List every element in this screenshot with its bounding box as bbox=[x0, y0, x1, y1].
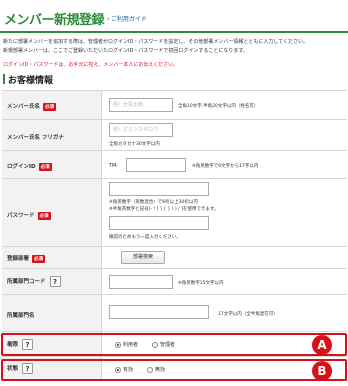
row-login-id: ログインID 必須 TM- ※角英数字で9文字から17字以内 bbox=[2, 151, 347, 179]
guide-link-label: ご利用ガイド bbox=[110, 16, 147, 23]
required-badge: 必須 bbox=[38, 162, 52, 171]
required-badge: 必須 bbox=[32, 254, 46, 263]
guide-link[interactable]: ›ご利用ガイド bbox=[107, 14, 147, 23]
title-divider bbox=[0, 31, 348, 33]
radio-dot bbox=[152, 341, 158, 348]
login-id-input[interactable] bbox=[126, 158, 186, 172]
marker-b: B bbox=[312, 361, 332, 381]
login-id-note: ※角英数字で9文字から17字以内 bbox=[192, 164, 259, 169]
radio-authority-admin[interactable]: 管理者 bbox=[152, 341, 175, 348]
row-authority: 権限? 利用者 管理者 bbox=[2, 332, 347, 357]
help-icon[interactable]: ? bbox=[22, 339, 34, 350]
customer-info-form: メンバー氏名 必須 例）大塚太郎 全角10文字,半角20文字以内（姓名可） メンバ… bbox=[2, 90, 347, 381]
department-search-button[interactable]: 部署検索 bbox=[121, 251, 165, 264]
authority-label: 権限? bbox=[7, 339, 34, 350]
radio-dot bbox=[115, 341, 121, 348]
member-name-input[interactable]: 例）大塚太郎 bbox=[109, 98, 173, 112]
password-confirm-input[interactable] bbox=[109, 216, 209, 230]
radio-dot bbox=[147, 366, 153, 373]
radio-status-inactive[interactable]: 無効 bbox=[147, 366, 165, 373]
login-id-prefix: TM- bbox=[109, 163, 119, 169]
row-dept-code: 所属部門コード? ※角英数字15文字以内 bbox=[2, 269, 347, 295]
page-title: メンバー新規登録 bbox=[4, 13, 105, 28]
department-label: 登録部署 必須 bbox=[7, 254, 46, 263]
row-status: 状態? 有効 無効 bbox=[2, 357, 347, 381]
password-confirm-note: 確認のためもう一度入力ください。 bbox=[109, 235, 181, 240]
password-label: パスワード 必須 bbox=[7, 211, 51, 220]
login-id-label: ログインID 必須 bbox=[7, 162, 52, 171]
member-kana-input[interactable]: 例）オオツカタロウ bbox=[109, 123, 173, 137]
member-name-label: メンバー氏名 必須 bbox=[7, 102, 57, 111]
dept-code-input[interactable] bbox=[109, 275, 173, 289]
member-kana-label: メンバー氏名 フリガナ bbox=[7, 135, 64, 141]
dept-code-label: 所属部門コード? bbox=[7, 276, 61, 287]
radio-status-active[interactable]: 有効 bbox=[115, 366, 133, 373]
password-input[interactable] bbox=[109, 182, 209, 196]
help-icon[interactable]: ? bbox=[49, 276, 61, 287]
password-note-1: ※角英数字（英数混合）で6桁以上30桁以内 bbox=[109, 200, 198, 205]
row-member-kana: メンバー氏名 フリガナ 例）オオツカタロウ 全角カタカナ30文字以内 bbox=[2, 120, 347, 151]
chevron-right-icon: › bbox=[107, 15, 110, 23]
required-badge: 必須 bbox=[43, 102, 57, 111]
marker-a: A bbox=[312, 335, 332, 355]
row-dept-name: 所属部門名 17文字以内（全半角混在可） bbox=[2, 295, 347, 332]
dept-name-input[interactable] bbox=[109, 305, 209, 319]
intro-text: 新たに部署メンバーを追加する際は、管理者がログインID・パスワードを設定し、その… bbox=[3, 38, 348, 56]
row-password: パスワード 必須 ※角英数字（英数混合）で6桁以上30桁以内 ※半角英数字と記号[… bbox=[2, 179, 347, 247]
required-badge: 必須 bbox=[37, 211, 51, 220]
member-kana-note: 全角カタカナ30文字以内 bbox=[109, 142, 160, 147]
dept-code-note: ※角英数字15文字以内 bbox=[178, 281, 224, 286]
password-note-2: ※半角英数字と記号[- ! [ ] { } ( ) / ]を使用できます。 bbox=[109, 207, 219, 212]
radio-authority-user[interactable]: 利用者 bbox=[115, 341, 138, 348]
dept-name-label: 所属部門名 bbox=[7, 313, 35, 319]
member-name-note: 全角10文字,半角20文字以内（姓名可） bbox=[178, 104, 259, 109]
section-title: お客様情報 bbox=[3, 73, 53, 86]
warning-text: ログインID・パスワードは、お手元に控え、メンバー本人にお伝えください。 bbox=[3, 62, 179, 68]
row-member-name: メンバー氏名 必須 例）大塚太郎 全角10文字,半角20文字以内（姓名可） bbox=[2, 91, 347, 120]
intro-line-2: 新規部署メンバーは、ここでご登録いただいたログインID・パスワードで初回ログイン… bbox=[3, 48, 248, 54]
row-department: 登録部署 必須 部署検索 bbox=[2, 247, 347, 269]
intro-line-1: 新たに部署メンバーを追加する際は、管理者がログインID・パスワードを設定し、その… bbox=[3, 39, 309, 45]
help-icon[interactable]: ? bbox=[22, 363, 34, 374]
dept-name-note: 17文字以内（全半角混在可） bbox=[218, 312, 278, 317]
page-header: メンバー新規登録 ›ご利用ガイド bbox=[0, 0, 348, 33]
radio-dot bbox=[115, 366, 121, 373]
status-label: 状態? bbox=[7, 363, 34, 374]
